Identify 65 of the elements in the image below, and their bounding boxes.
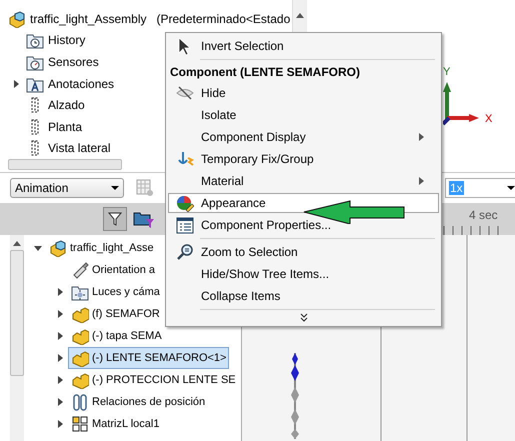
horizontal-scrollbar[interactable] (8, 159, 122, 170)
menu-item[interactable]: Invert Selection (168, 36, 439, 56)
scroll-thumb[interactable] (10, 250, 24, 376)
menu-item[interactable]: Collapse Items (168, 286, 439, 306)
expand-arrow-icon[interactable] (58, 376, 62, 384)
menu-item[interactable]: Component Properties... (168, 215, 439, 235)
tree-item[interactable]: Anotaciones (48, 76, 114, 91)
tree-item[interactable]: Sensores (48, 54, 99, 69)
dropdown-caret-icon (507, 186, 515, 190)
tree-item[interactable]: History (48, 33, 86, 48)
tree-item[interactable]: Planta (48, 120, 82, 134)
collapse-arrow-icon[interactable] (34, 246, 42, 250)
expand-arrow-icon[interactable] (58, 354, 62, 362)
menu-item[interactable]: Hide (168, 83, 439, 103)
tree-item[interactable]: Luces y cáma (68, 281, 163, 303)
tree-item[interactable]: Relaciones de posición (68, 391, 208, 413)
expand-arrow-icon[interactable] (58, 310, 62, 318)
assembly-icon (49, 239, 67, 257)
assembly-icon (8, 10, 26, 28)
time-label: 4 sec (469, 208, 498, 222)
color-ball-icon (176, 194, 194, 212)
tree-item[interactable]: Vista lateral (48, 141, 110, 156)
tree-item[interactable]: (-) PROTECCION LENTE SE (68, 369, 239, 391)
axis-label: Y (443, 66, 450, 78)
expand-arrow-icon[interactable] (14, 80, 18, 88)
filter-button[interactable] (103, 207, 127, 231)
part-icon (71, 305, 89, 323)
axis-label: X (485, 113, 492, 125)
scroll-up-icon[interactable] (296, 13, 304, 18)
tree-item[interactable]: (-) tapa SEMA (68, 325, 165, 347)
hidden-eye-icon (176, 84, 194, 102)
list-icon (176, 216, 194, 234)
expand-arrow-icon[interactable] (58, 332, 62, 340)
menu-item[interactable]: Material (168, 171, 439, 191)
part-icon (71, 349, 89, 367)
part-icon (71, 327, 89, 345)
menu-item[interactable]: Temporary Fix/Group (168, 149, 439, 169)
menu-item[interactable]: Zoom to Selection (168, 242, 439, 262)
expand-menu-icon[interactable] (300, 313, 308, 323)
menu-item[interactable]: Hide/Show Tree Items... (168, 264, 439, 284)
tree-item[interactable]: (f) SEMAFOR (68, 303, 163, 325)
menu-item[interactable]: Isolate (168, 105, 439, 125)
tree-root-label[interactable]: traffic_light_Assembly (30, 12, 146, 26)
expand-arrow-icon[interactable] (58, 398, 62, 406)
paperclip-icon (71, 393, 89, 411)
menu-item[interactable]: Component Display (168, 127, 439, 147)
vertical-scrollbar[interactable] (10, 235, 24, 441)
tree-item[interactable]: traffic_light_Asse (46, 237, 157, 259)
camera-icon (71, 261, 89, 279)
magnifier-icon (176, 243, 194, 261)
part-icon (71, 371, 89, 389)
dropdown-caret-icon (111, 186, 119, 190)
study-type-dropdown[interactable]: Animation (10, 178, 124, 198)
pattern-icon (71, 415, 89, 433)
scroll-up-icon[interactable] (13, 241, 21, 246)
anchor-icon (176, 150, 194, 168)
configuration-label: (Predeterminado<Estado (156, 12, 290, 26)
tree-item[interactable]: Alzado (48, 98, 85, 112)
tree-item[interactable]: Orientation a (68, 259, 158, 281)
tree-item[interactable]: (-) LENTE SEMAFORO<1> (68, 347, 230, 369)
tree-item[interactable]: MatrizL local1 (68, 413, 162, 435)
filter-icon (108, 212, 122, 226)
menu-header: Component (LENTE SEMAFORO) (169, 64, 361, 81)
expand-arrow-icon[interactable] (58, 420, 62, 428)
expand-arrow-icon[interactable] (58, 288, 62, 296)
